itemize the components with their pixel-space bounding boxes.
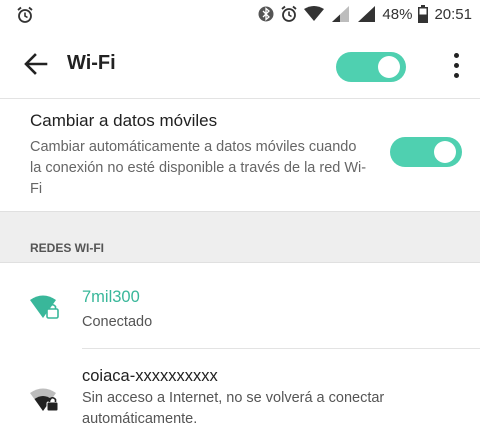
wifi-networks-header: REDES WI-FI xyxy=(0,229,480,263)
mobile-data-toggle[interactable] xyxy=(390,137,462,167)
network-status: Sin acceso a Internet, no se volverá a c… xyxy=(82,390,385,427)
signal-icon xyxy=(356,5,376,23)
wifi-toggle[interactable] xyxy=(336,52,406,82)
network-status: Conectado xyxy=(82,314,153,330)
clock-time: 20:51 xyxy=(434,5,472,23)
more-options-icon[interactable] xyxy=(448,50,464,84)
network-item[interactable]: coiaca-xxxxxxxxxx Sin acceso a Internet,… xyxy=(0,349,480,436)
battery-icon xyxy=(418,5,429,23)
network-item[interactable]: 7mil300 Conectado xyxy=(0,262,480,348)
section-header-label: REDES WI-FI xyxy=(30,241,104,255)
alarm-icon xyxy=(16,6,34,24)
network-name: coiaca-xxxxxxxxxx xyxy=(82,367,218,385)
wifi-locked-no-internet-icon xyxy=(30,385,62,413)
section-gap xyxy=(0,211,480,230)
back-arrow-icon[interactable] xyxy=(22,50,50,78)
toggle-knob xyxy=(434,141,456,163)
wifi-icon xyxy=(304,6,325,22)
page-title: Wi-Fi xyxy=(67,52,116,74)
wifi-locked-connected-icon xyxy=(30,292,62,320)
mobile-data-setting[interactable]: Cambiar a datos móviles Cambiar automáti… xyxy=(0,98,480,212)
bluetooth-icon xyxy=(258,5,274,23)
mobile-data-description: Cambiar automáticamente a datos móviles … xyxy=(30,139,367,197)
toggle-knob xyxy=(378,56,400,78)
network-name: 7mil300 xyxy=(82,288,140,306)
signal-icon xyxy=(330,5,350,23)
mobile-data-title: Cambiar a datos móviles xyxy=(30,111,218,130)
status-icons: 48% 20:51 xyxy=(258,5,472,23)
status-bar: 48% 20:51 xyxy=(0,0,480,32)
battery-percentage: 48% xyxy=(382,5,413,23)
toolbar: Wi-Fi xyxy=(0,32,480,96)
alarm-icon xyxy=(280,5,298,23)
